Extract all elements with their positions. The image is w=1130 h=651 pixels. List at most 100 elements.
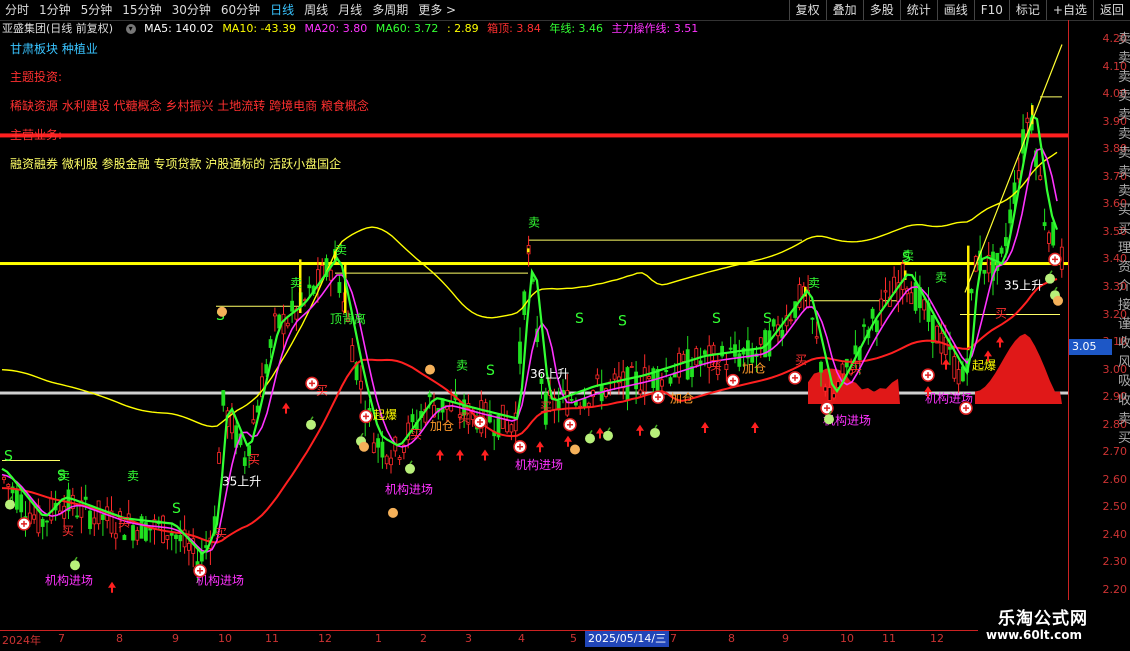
add-position-label: 加仓 [430,419,454,433]
candle-body [685,349,690,380]
dropdown-icon[interactable]: ▾ [125,24,136,34]
date-tick: 2024年 [2,634,41,647]
candle-body [862,324,866,327]
theme-label: 主题投资: [10,70,63,84]
tab-2[interactable]: 5分钟 [76,0,118,20]
sell-signal: 卖 [528,215,540,229]
tool-button-0[interactable]: 复权 [788,0,826,20]
candle-body [6,483,11,487]
date-tick: 5 [570,632,577,645]
candle-body [922,299,927,311]
ma-long [1,278,1058,544]
apple-stem [9,496,13,501]
s-mark: S [575,311,584,327]
signal-side-char: 资 [1117,260,1130,275]
candle-body [509,424,514,433]
signal-side-char: 卖 [1117,108,1130,123]
apple-icon [650,427,660,438]
candle-body [853,345,858,355]
candle-body [737,353,742,367]
tab-1[interactable]: 1分钟 [34,0,76,20]
tab-0[interactable]: 分时 [0,0,34,20]
candle-body [380,441,385,458]
apple-stem [654,424,658,429]
tab-8[interactable]: 月线 [333,0,367,20]
candle-body [982,269,987,274]
tab-7[interactable]: 周线 [299,0,333,20]
hand-icon [359,441,369,452]
candle-body [728,347,733,350]
candle-body [376,438,381,448]
apple-stem [1049,270,1053,275]
tool-button-2[interactable]: 多股 [862,0,900,20]
signal-side-char: 买 [1117,203,1130,218]
candle-body [389,457,393,466]
add-position-label: 加仓 [742,361,766,375]
candle-body [724,364,729,370]
kline-chart[interactable]: 机构进场 机构进场机构进场机构进场机构进场机构进场卖卖卖卖卖 卖卖卖卖买买买买买买买… [0,36,1068,630]
sell-signal: 卖 [127,469,139,483]
rise-label: 36上升 [530,367,569,381]
candle-body [358,380,363,390]
candle-body [595,374,600,380]
up-arrow-icon [996,336,1004,348]
candle-body [681,353,686,362]
candle-body [101,514,105,520]
signal-side-char: 卖 [1117,165,1130,180]
candle-body [83,496,88,500]
candle-body [45,520,49,523]
up-arrow-icon [701,421,709,433]
candle-body [397,457,402,460]
date-tick: 7 [670,632,677,645]
tool-button-3[interactable]: 统计 [899,0,937,20]
date-tick: 12 [318,632,332,645]
candle-body [969,288,974,294]
stock-title[interactable]: 亚盛集团(日线 前复权) [2,22,113,35]
tab-9[interactable]: 多周期 [367,0,413,20]
trend-line [964,44,1063,293]
candle-body [505,420,510,433]
candle-body [711,344,716,355]
candle-body [307,284,312,289]
tool-button-5[interactable]: F10 [973,0,1009,20]
tab-5[interactable]: 60分钟 [216,0,265,20]
up-arrow-icon [108,581,116,593]
signal-side-char: 卖 [1117,184,1130,199]
price-tick: 2.50 [1102,500,1128,514]
s-mark: S [172,501,181,517]
tab-3[interactable]: 15分钟 [117,0,166,20]
candle-body [698,360,703,365]
tool-button-7[interactable]: +自选 [1045,0,1093,20]
tab-10[interactable]: 更多 > [413,0,461,20]
candle-body [40,518,45,527]
tool-button-8[interactable]: 返回 [1092,0,1130,20]
tool-button-6[interactable]: 标记 [1008,0,1046,20]
candle-body [569,399,574,401]
legend-ma60: MA60: 3.72 [375,22,439,35]
volume-spike [967,245,970,351]
buy-signal: 买 [410,427,422,441]
candle-body [178,534,183,542]
candle-body [410,414,415,423]
signal-side-char: 吸 [1117,374,1130,389]
tool-button-1[interactable]: 叠加 [825,0,863,20]
box-top-line [0,133,1068,138]
candle-body [165,535,170,540]
up-arrow-icon [596,427,604,439]
candle-body [384,455,389,465]
apple-icon [70,560,80,571]
candle-body [19,494,24,513]
tool-button-4[interactable]: 画线 [936,0,974,20]
buy-signal: 买 [540,400,552,414]
candle-body [285,322,290,327]
up-arrow-icon [456,449,464,461]
date-tick: 10 [840,632,854,645]
candle-body [999,247,1004,254]
candle-body [703,350,707,355]
tab-4[interactable]: 30分钟 [167,0,216,20]
apple-icon [585,433,595,444]
tab-6[interactable]: 日线 [265,0,299,20]
apple-stem [607,427,611,432]
buy-signal: 买 [458,411,470,425]
date-tick: 3 [465,632,472,645]
